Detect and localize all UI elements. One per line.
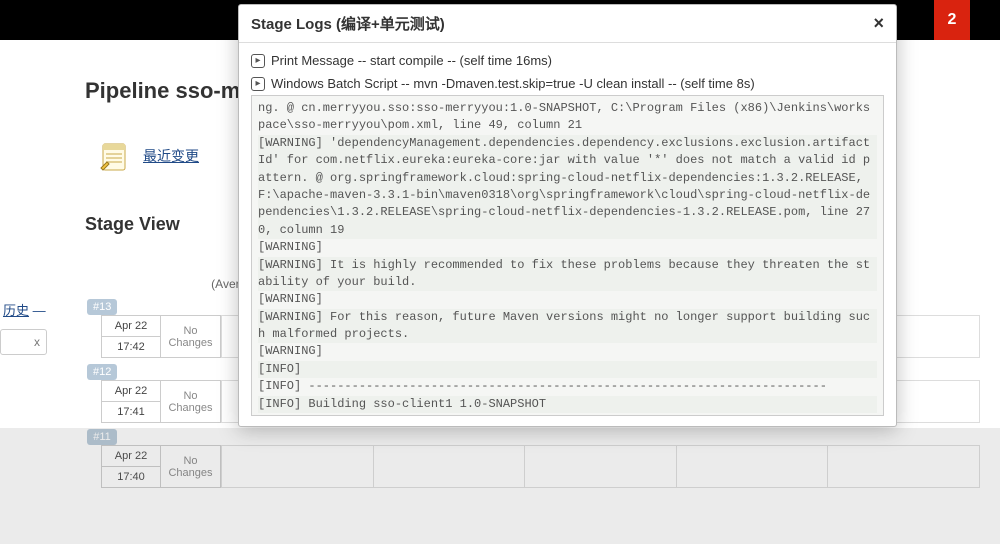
log-line: [WARNING] 'dependencyManagement.dependen…	[258, 135, 877, 239]
log-line: [WARNING]	[258, 291, 877, 308]
step-label: Windows Batch Script -- mvn -Dmaven.test…	[271, 76, 755, 91]
log-line: [WARNING] It is highly recommended to fi…	[258, 257, 877, 292]
step-row[interactable]: ▸ Windows Batch Script -- mvn -Dmaven.te…	[251, 72, 884, 95]
log-line: [INFO] Building sso-client1 1.0-SNAPSHOT	[258, 396, 877, 413]
log-line: ng. @ cn.merryyou.sso:sso-merryyou:1.0-S…	[258, 100, 877, 135]
log-line: [INFO] ---------------------------------…	[258, 378, 877, 395]
log-line: [INFO]	[258, 361, 877, 378]
log-output[interactable]: ng. @ cn.merryyou.sso:sso-merryyou:1.0-S…	[251, 95, 884, 416]
step-row[interactable]: ▸ Print Message -- start compile -- (sel…	[251, 49, 884, 72]
stage-logs-dialog: Stage Logs (编译+单元测试) × ▸ Print Message -…	[238, 4, 897, 427]
log-line: [INFO] ---------------------------------…	[258, 413, 877, 416]
log-line: [WARNING] For this reason, future Maven …	[258, 309, 877, 344]
expand-icon[interactable]: ▸	[251, 54, 265, 68]
log-line: [WARNING]	[258, 343, 877, 360]
close-icon[interactable]: ×	[873, 13, 884, 34]
log-line: [WARNING]	[258, 239, 877, 256]
dialog-title: Stage Logs (编译+单元测试)	[251, 13, 445, 34]
step-label: Print Message -- start compile -- (self …	[271, 53, 552, 68]
expand-icon[interactable]: ▸	[251, 77, 265, 91]
modal-overlay: Stage Logs (编译+单元测试) × ▸ Print Message -…	[0, 0, 1000, 544]
